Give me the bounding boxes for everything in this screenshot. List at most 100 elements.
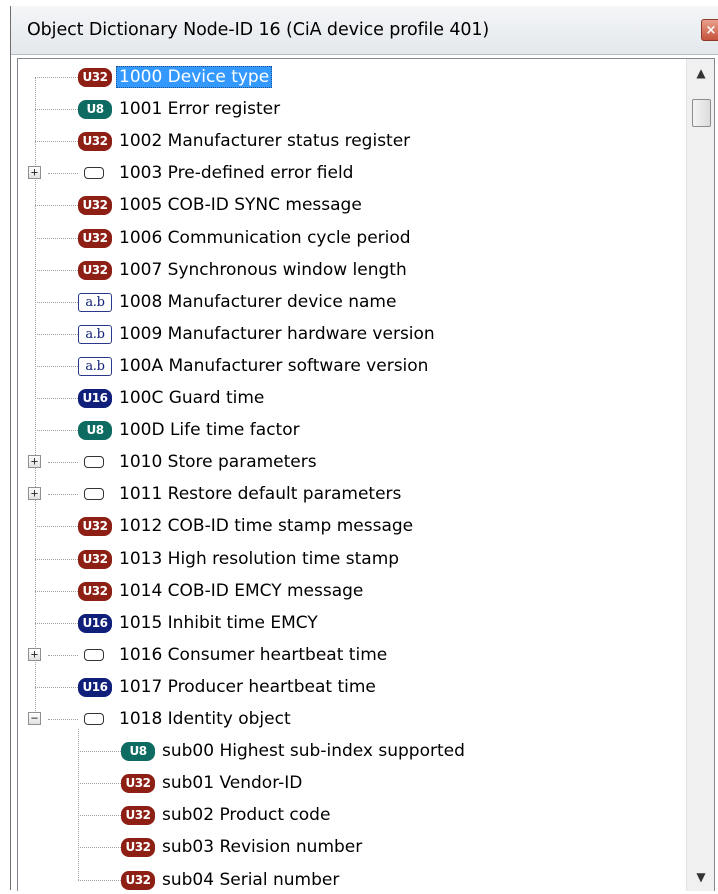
tree-item[interactable]: U16 100C Guard time — [18, 382, 686, 414]
tree-item[interactable]: − 1018 Identity object — [18, 703, 686, 735]
u32-type-icon: U32 — [78, 260, 112, 280]
tree-item-label[interactable]: 1016 Consumer heartbeat time — [116, 644, 390, 666]
tree-connector — [35, 109, 78, 111]
tree-item-label[interactable]: 1017 Producer heartbeat time — [116, 676, 379, 698]
tree-connector — [35, 269, 78, 271]
u32-type-icon: U32 — [121, 838, 155, 858]
tree-item[interactable]: U32 1014 COB-ID EMCY message — [18, 575, 686, 607]
tree-connector — [35, 622, 78, 624]
string-type-icon: a.b — [78, 324, 112, 344]
tree-item[interactable]: a.b 1009 Manufacturer hardware version — [18, 318, 686, 350]
tree-item-label[interactable]: 1018 Identity object — [116, 708, 294, 730]
tree-item[interactable]: +1011 Restore default parameters — [18, 478, 686, 510]
tree-item-label[interactable]: 1003 Pre-defined error field — [116, 162, 356, 184]
tree-item[interactable]: +1003 Pre-defined error field — [18, 157, 686, 189]
u32-type-icon: U32 — [78, 517, 112, 537]
tree-item-label[interactable]: 1005 COB-ID SYNC message — [116, 194, 365, 216]
tree-item-label[interactable]: 1002 Manufacturer status register — [116, 130, 413, 152]
expand-icon[interactable]: + — [28, 487, 41, 501]
tree-item[interactable]: +1010 Store parameters — [18, 446, 686, 478]
scroll-thumb[interactable] — [692, 99, 711, 127]
record-icon — [84, 713, 104, 725]
tree-item-label[interactable]: 100C Guard time — [116, 387, 267, 409]
tree-connector — [78, 815, 121, 817]
tree-item[interactable]: U8 100D Life time factor — [18, 414, 686, 446]
tree-item-label[interactable]: 100D Life time factor — [116, 419, 303, 441]
u32-type-icon: U32 — [121, 806, 155, 826]
tree-item[interactable]: U32 1012 COB-ID time stamp message — [18, 510, 686, 542]
tree-item[interactable]: U32 sub04 Serial number — [18, 864, 686, 892]
tree-item-label[interactable]: 1008 Manufacturer device name — [116, 291, 399, 313]
tree-item-label[interactable]: 1011 Restore default parameters — [116, 483, 404, 505]
tree-item-label[interactable]: sub04 Serial number — [159, 869, 342, 891]
tree-item[interactable]: U32 sub03 Revision number — [18, 831, 686, 863]
u8-type-icon: U8 — [121, 742, 155, 762]
tree-item[interactable]: U32 sub01 Vendor-ID — [18, 767, 686, 799]
tree-item-label[interactable]: 1006 Communication cycle period — [116, 227, 414, 249]
close-button[interactable]: × — [701, 19, 718, 41]
tree-item[interactable]: U8 sub00 Highest sub-index supported — [18, 735, 686, 767]
tree-item[interactable]: U32 1005 COB-ID SYNC message — [18, 189, 686, 221]
tree-item[interactable]: a.b 1008 Manufacturer device name — [18, 286, 686, 318]
object-dictionary-window: Object Dictionary Node-ID 16 (CiA device… — [10, 6, 718, 891]
object-tree-view[interactable]: U32 1000 Device type U8 1001 Error register… — [17, 58, 715, 891]
u32-type-icon: U32 — [121, 870, 155, 890]
tree-connector — [35, 301, 78, 303]
tree-connector — [48, 173, 78, 175]
tree-item[interactable]: U32 1007 Synchronous window length — [18, 254, 686, 286]
tree-item-label[interactable]: 1009 Manufacturer hardware version — [116, 323, 438, 345]
tree-item-label[interactable]: 1001 Error register — [116, 98, 283, 120]
tree-item-label[interactable]: sub01 Vendor-ID — [159, 772, 305, 794]
tree-item-label[interactable]: 1014 COB-ID EMCY message — [116, 580, 366, 602]
expand-icon[interactable]: + — [28, 166, 41, 180]
u16-type-icon: U16 — [78, 677, 112, 697]
scroll-down-arrow-icon[interactable]: ▼ — [687, 863, 714, 891]
tree-connector — [35, 141, 78, 143]
record-icon — [84, 488, 104, 501]
tree-connector — [78, 879, 121, 881]
collapse-icon[interactable]: − — [28, 712, 41, 725]
tree-connector — [35, 365, 78, 367]
tree-item-label[interactable]: 1007 Synchronous window length — [116, 259, 410, 281]
tree-connector — [35, 398, 78, 399]
string-type-icon: a.b — [78, 292, 112, 312]
tree-item-label[interactable]: 100A Manufacturer software version — [116, 355, 431, 377]
tree-item[interactable]: U16 1015 Inhibit time EMCY — [18, 607, 686, 639]
tree-connector — [35, 558, 78, 560]
tree-item-label[interactable]: 1015 Inhibit time EMCY — [116, 612, 321, 634]
u32-type-icon: U32 — [78, 68, 112, 87]
tree-item[interactable]: U32 1006 Communication cycle period — [18, 222, 686, 254]
tree-item[interactable]: U32 sub02 Product code — [18, 799, 686, 831]
u32-type-icon: U32 — [78, 228, 112, 248]
tree-item[interactable]: U32 1000 Device type — [18, 61, 686, 93]
tree-item-label[interactable]: 1012 COB-ID time stamp message — [116, 515, 416, 537]
tree-item-label[interactable]: sub00 Highest sub-index supported — [159, 740, 468, 762]
tree-item-label[interactable]: 1013 High resolution time stamp — [116, 548, 402, 570]
tree-connector — [78, 783, 121, 785]
expand-icon[interactable]: + — [28, 647, 41, 661]
u32-type-icon: U32 — [78, 196, 112, 216]
record-icon — [84, 456, 104, 469]
u32-type-icon: U32 — [121, 774, 155, 794]
tree-connector — [48, 462, 78, 464]
tree-item-label[interactable]: 1010 Store parameters — [116, 451, 320, 473]
tree-item-label[interactable]: 1000 Device type — [116, 66, 273, 88]
record-icon — [84, 648, 104, 661]
tree-connector — [35, 590, 78, 592]
u32-type-icon: U32 — [78, 549, 112, 569]
tree-connector — [35, 333, 78, 335]
tree-item[interactable]: U8 1001 Error register — [18, 93, 686, 125]
tree-item[interactable]: U32 1013 High resolution time stamp — [18, 543, 686, 575]
tree-item-label[interactable]: sub03 Revision number — [159, 836, 365, 858]
tree-item[interactable]: a.b 100A Manufacturer software version — [18, 350, 686, 382]
tree-item[interactable]: +1016 Consumer heartbeat time — [18, 639, 686, 671]
tree-item[interactable]: U32 1002 Manufacturer status register — [18, 125, 686, 157]
u16-type-icon: U16 — [78, 389, 112, 408]
scroll-up-arrow-icon[interactable]: ▲ — [687, 59, 714, 87]
expand-icon[interactable]: + — [28, 455, 41, 469]
u8-type-icon: U8 — [78, 100, 112, 120]
record-icon — [84, 167, 104, 180]
vertical-scrollbar[interactable]: ▲ ▼ — [686, 59, 714, 891]
tree-item-label[interactable]: sub02 Product code — [159, 804, 333, 826]
tree-item[interactable]: U16 1017 Producer heartbeat time — [18, 671, 686, 703]
